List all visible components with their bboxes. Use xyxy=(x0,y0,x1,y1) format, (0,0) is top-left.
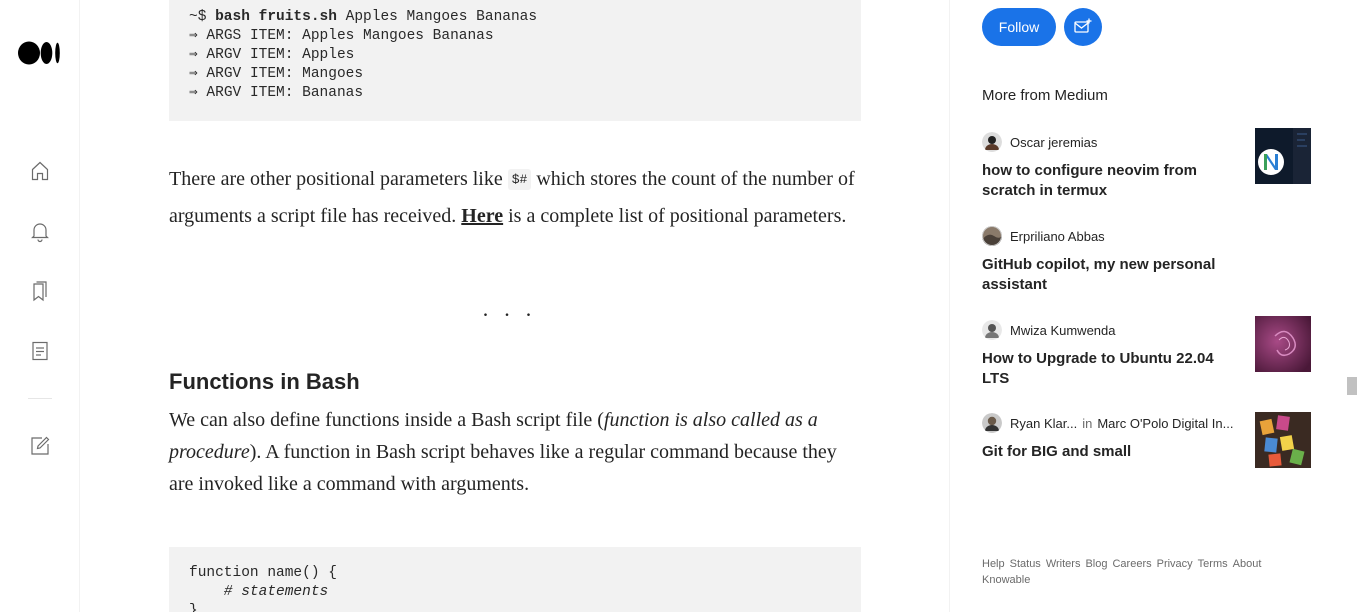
bell-icon[interactable] xyxy=(28,219,52,243)
rec-publication[interactable]: Marc O'Polo Digital In... xyxy=(1097,416,1233,431)
more-from-medium-title: More from Medium xyxy=(982,87,1108,104)
scrollbar-thumb[interactable] xyxy=(1347,377,1357,395)
para-text: is a complete list of positional paramet… xyxy=(503,205,847,227)
here-link[interactable]: Here xyxy=(461,205,503,227)
page-scrollbar[interactable] xyxy=(1343,0,1360,612)
para-text: We can also define functions inside a Ba… xyxy=(169,409,604,431)
sidebar-footer: Help Status Writers Blog Careers Privacy Terms… xyxy=(982,556,1302,588)
avatar xyxy=(982,226,1002,246)
para-text: There are other positional parameters li… xyxy=(169,168,508,190)
rec-author-name: Erpriliano Abbas xyxy=(1010,228,1105,244)
paragraph-functions: We can also define functions inside a Ba… xyxy=(169,404,861,500)
footer-link-about[interactable]: About xyxy=(1233,558,1262,570)
code-line: ⇒ ARGV ITEM: Mangoes xyxy=(189,66,364,82)
footer-link-terms[interactable]: Terms xyxy=(1198,558,1228,570)
subscribe-button[interactable] xyxy=(1064,8,1102,46)
footer-link-blog[interactable]: Blog xyxy=(1085,558,1107,570)
para-text: ). A function in Bash script behaves lik… xyxy=(169,441,837,495)
separator-dots: ... xyxy=(482,296,548,321)
rec-author-name: Ryan Klar... xyxy=(1010,415,1078,431)
rec-author[interactable]: Oscar jeremias xyxy=(982,132,1097,152)
code-block-output: ~$ bash fruits.sh Apples Mangoes Bananas… xyxy=(169,0,861,121)
section-separator: ... xyxy=(169,296,861,322)
code-line: name() { xyxy=(258,565,337,581)
code-command: bash fruits.sh xyxy=(215,9,337,25)
rec-thumbnail[interactable] xyxy=(1255,412,1311,468)
left-rail xyxy=(0,0,80,612)
write-icon[interactable] xyxy=(28,434,52,458)
inline-code: $# xyxy=(507,169,532,190)
code-line: ⇒ ARGV ITEM: Apples xyxy=(189,47,355,63)
code-line: } xyxy=(189,603,198,612)
medium-logo-icon[interactable] xyxy=(18,41,62,65)
right-sidebar: Follow More from Medium Oscar jeremias h… xyxy=(950,0,1343,612)
home-icon[interactable] xyxy=(28,159,52,183)
subscribe-mail-icon xyxy=(1074,18,1092,33)
rec-title[interactable]: how to configure neovim from scratch in … xyxy=(982,161,1244,201)
article-body: ~$ bash fruits.sh Apples Mangoes Bananas… xyxy=(80,0,949,612)
rec-in-label: in xyxy=(1082,415,1093,431)
section-heading: Functions in Bash xyxy=(169,369,360,394)
avatar xyxy=(982,132,1002,152)
rec-author-name: Oscar jeremias xyxy=(1010,134,1098,150)
footer-link-writers[interactable]: Writers xyxy=(1046,558,1081,570)
follow-button[interactable]: Follow xyxy=(982,8,1056,46)
rec-title[interactable]: GitHub copilot, my new personal assistan… xyxy=(982,255,1244,295)
rec-thumbnail[interactable] xyxy=(1255,128,1311,184)
footer-link-help[interactable]: Help xyxy=(982,558,1005,570)
bookmarks-icon[interactable] xyxy=(28,279,52,303)
footer-link-careers[interactable]: Careers xyxy=(1112,558,1151,570)
paragraph-positional-params: There are other positional parameters li… xyxy=(169,162,861,233)
avatar xyxy=(982,413,1002,433)
rec-title[interactable]: How to Upgrade to Ubuntu 22.04 LTS xyxy=(982,349,1244,389)
footer-link-status[interactable]: Status xyxy=(1010,558,1041,570)
code-prompt: ~$ xyxy=(189,9,216,25)
rec-author-name: Mwiza Kumwenda xyxy=(1010,322,1116,338)
rec-thumbnail[interactable] xyxy=(1255,316,1311,372)
code-line: ⇒ ARGV ITEM: Bananas xyxy=(189,85,364,101)
code-block-function: function name() { # statements } xyxy=(169,547,861,612)
code-line: ⇒ ARGS ITEM: Apples Mangoes Bananas xyxy=(189,28,494,44)
stories-icon[interactable] xyxy=(28,339,52,363)
footer-link-privacy[interactable]: Privacy xyxy=(1157,558,1193,570)
rec-author[interactable]: Mwiza Kumwenda xyxy=(982,320,1116,340)
rail-divider xyxy=(28,398,52,399)
rec-title[interactable]: Git for BIG and small xyxy=(982,442,1244,462)
rec-author[interactable]: Erpriliano Abbas xyxy=(982,226,1105,246)
code-args: Apples Mangoes Bananas xyxy=(336,9,538,25)
code-keyword: function xyxy=(189,565,259,581)
code-comment: # statements xyxy=(189,584,329,600)
rec-author[interactable]: Ryan Klar... in Marc O'Polo Digital In..… xyxy=(982,413,1233,433)
avatar xyxy=(982,320,1002,340)
footer-link-knowable[interactable]: Knowable xyxy=(982,574,1030,586)
